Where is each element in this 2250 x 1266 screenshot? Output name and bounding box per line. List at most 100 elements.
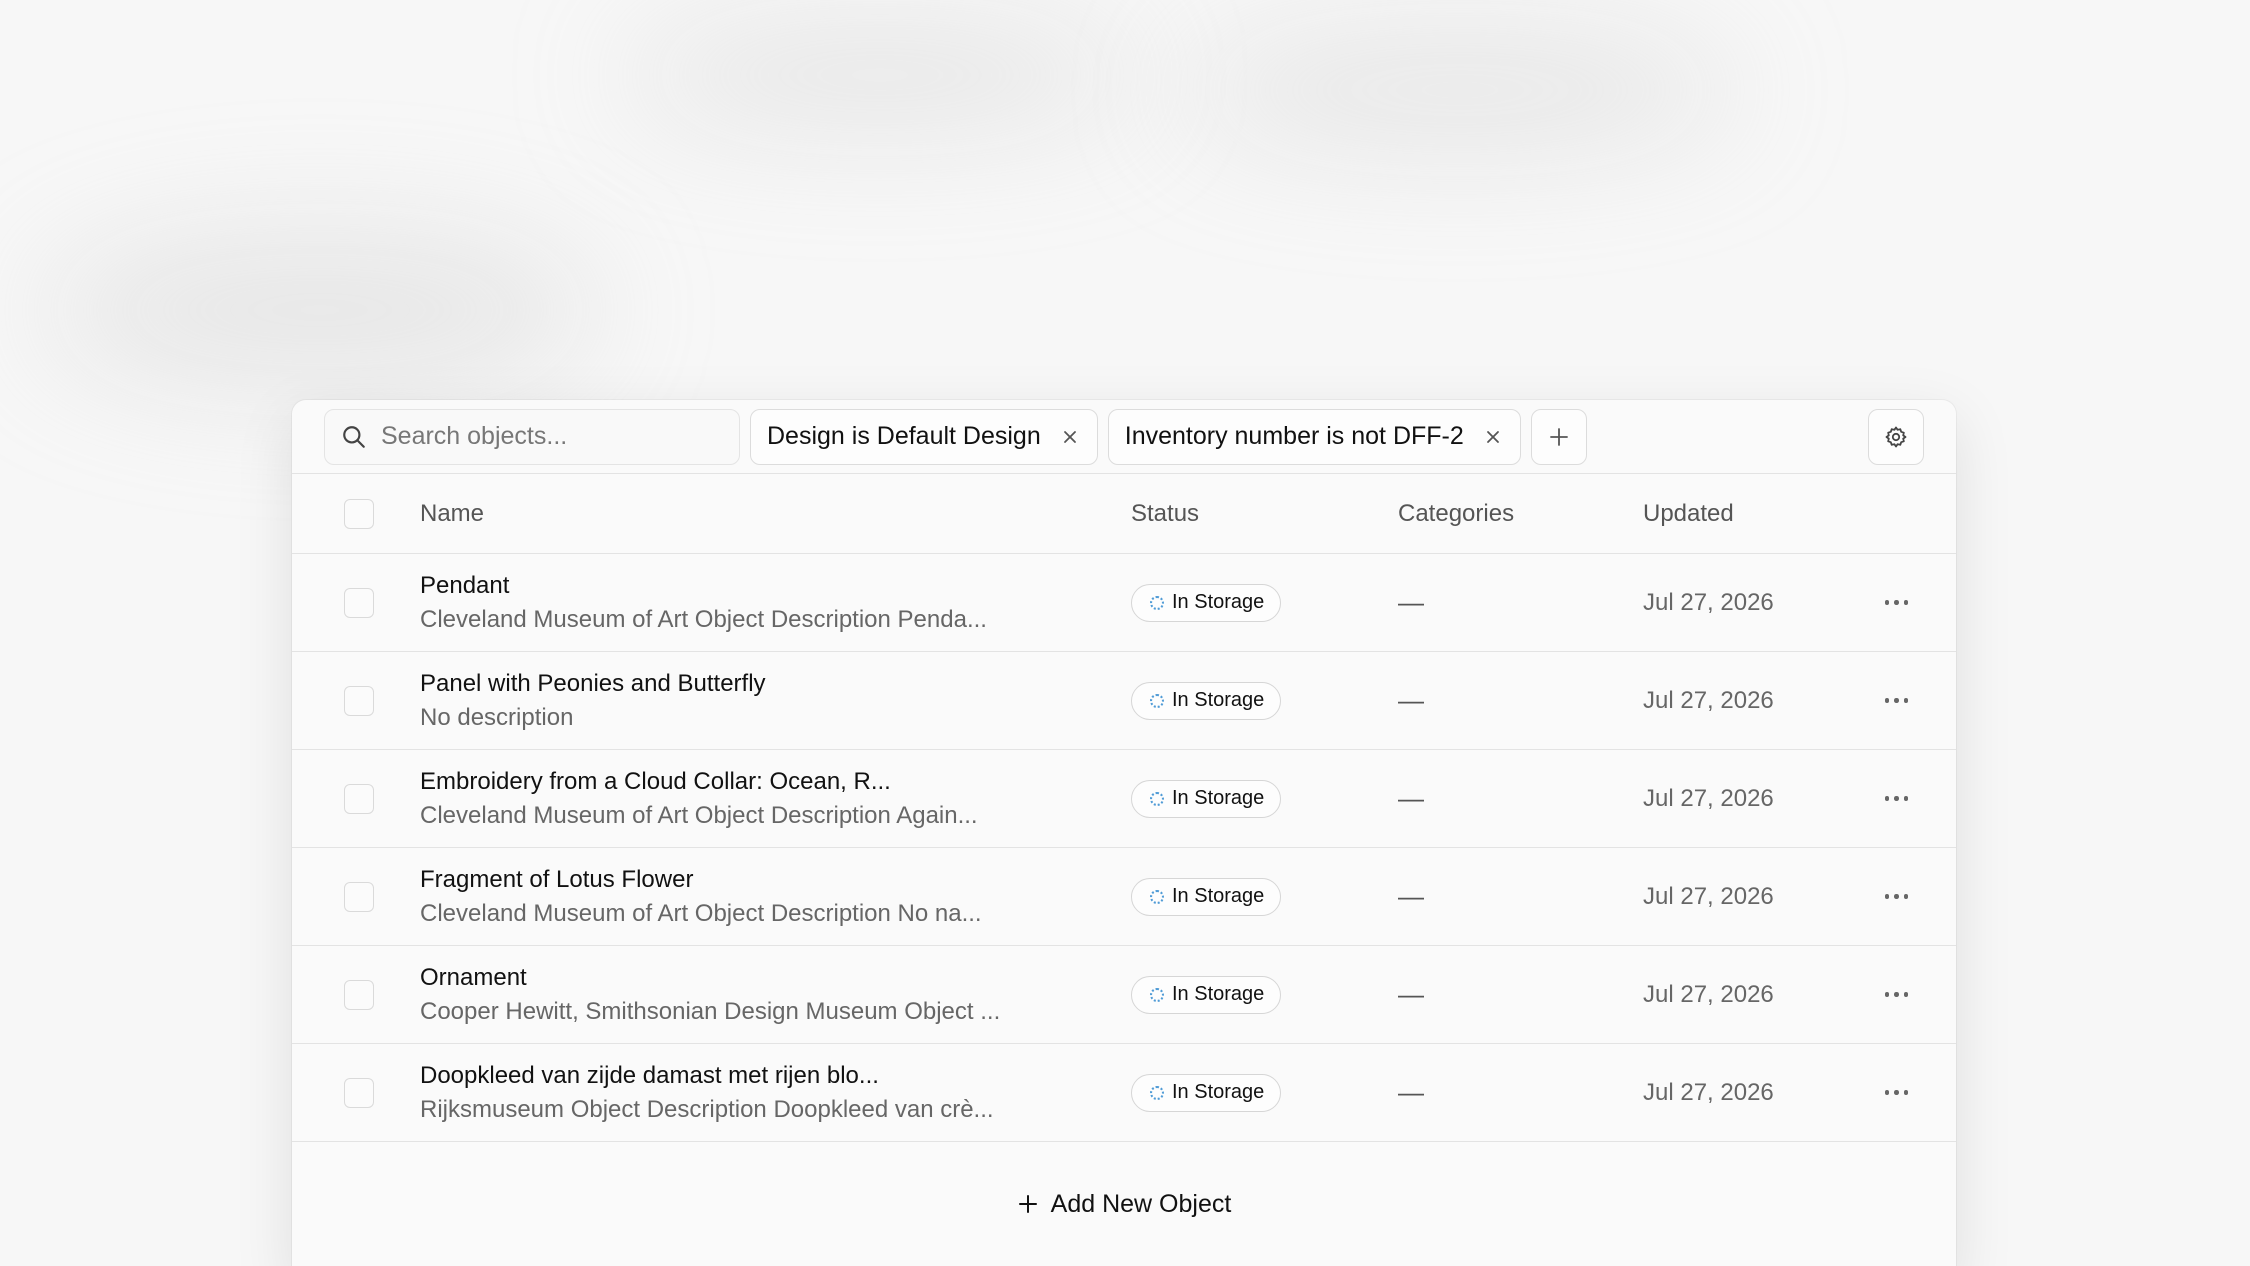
more-options-icon[interactable] <box>1884 984 1908 1005</box>
status-cell: In Storage <box>1131 877 1398 916</box>
row-checkbox[interactable] <box>344 783 374 814</box>
object-name[interactable]: Panel with Peonies and Butterfly <box>420 670 1131 698</box>
column-header-status[interactable]: Status <box>1131 500 1398 528</box>
object-name[interactable]: Fragment of Lotus Flower <box>420 866 1131 894</box>
row-actions-cell <box>1883 1082 1956 1103</box>
status-cell: In Storage <box>1131 1073 1398 1112</box>
object-name-cell: Embroidery from a Cloud Collar: Ocean, R… <box>420 768 1131 830</box>
status-badge: In Storage <box>1131 877 1282 916</box>
status-badge: In Storage <box>1131 779 1282 818</box>
add-new-object-button[interactable]: Add New Object <box>1017 1189 1232 1219</box>
table-row[interactable]: Doopkleed van zijde damast met rijen blo… <box>292 1044 1956 1142</box>
row-checkbox[interactable] <box>344 685 374 716</box>
search-input[interactable] <box>381 422 723 451</box>
object-name-cell: Fragment of Lotus Flower Cleveland Museu… <box>420 866 1131 928</box>
status-label: In Storage <box>1172 689 1265 711</box>
background-blur <box>1180 30 1740 150</box>
column-header-name[interactable]: Name <box>420 500 1131 528</box>
gear-icon <box>1885 426 1907 447</box>
row-actions-cell <box>1883 886 1956 907</box>
status-cell: In Storage <box>1131 681 1398 720</box>
search-icon <box>343 425 365 448</box>
updated-date: Jul 27, 2026 <box>1643 1078 1774 1106</box>
row-checkbox[interactable] <box>344 979 374 1010</box>
filter-chip-label: Inventory number is not DFF-2 <box>1124 422 1464 450</box>
status-label: In Storage <box>1172 983 1265 1005</box>
object-name-cell: Panel with Peonies and Butterfly No desc… <box>420 670 1131 732</box>
more-options-icon[interactable] <box>1884 690 1908 711</box>
table-footer: Add New Object <box>292 1142 1956 1266</box>
categories-cell: — <box>1398 587 1424 617</box>
categories-cell: — <box>1398 783 1424 813</box>
object-name-cell: Ornament Cooper Hewitt, Smithsonian Desi… <box>420 964 1131 1026</box>
status-badge: In Storage <box>1131 681 1282 720</box>
status-dot-icon <box>1150 791 1164 806</box>
updated-date: Jul 27, 2026 <box>1643 882 1774 910</box>
plus-icon <box>1018 1195 1037 1213</box>
table-row[interactable]: Fragment of Lotus Flower Cleveland Museu… <box>292 848 1956 946</box>
background-blur <box>40 230 600 390</box>
table-row[interactable]: Embroidery from a Cloud Collar: Ocean, R… <box>292 750 1956 848</box>
status-label: In Storage <box>1172 1081 1265 1103</box>
object-description: Cleveland Museum of Art Object Descripti… <box>420 605 987 633</box>
add-filter-button[interactable] <box>1530 408 1587 465</box>
object-description: Cleveland Museum of Art Object Descripti… <box>420 801 978 829</box>
more-options-icon[interactable] <box>1884 1082 1908 1103</box>
status-badge: In Storage <box>1131 1073 1282 1112</box>
table-header: Name Status Categories Updated <box>292 474 1956 554</box>
select-all-checkbox[interactable] <box>344 498 374 529</box>
status-dot-icon <box>1150 889 1164 904</box>
column-header-categories[interactable]: Categories <box>1398 500 1643 528</box>
updated-date: Jul 27, 2026 <box>1643 686 1774 714</box>
categories-cell: — <box>1398 685 1424 715</box>
status-label: In Storage <box>1172 787 1265 809</box>
categories-cell: — <box>1398 1077 1424 1107</box>
filter-chip-inventory[interactable]: Inventory number is not DFF-2 <box>1107 408 1521 465</box>
table-row[interactable]: Pendant Cleveland Museum of Art Object D… <box>292 554 1956 652</box>
plus-icon <box>1549 427 1568 446</box>
status-cell: In Storage <box>1131 779 1398 818</box>
more-options-icon[interactable] <box>1884 788 1908 809</box>
status-cell: In Storage <box>1131 583 1398 622</box>
add-new-object-label: Add New Object <box>1050 1189 1232 1218</box>
object-name[interactable]: Doopkleed van zijde damast met rijen blo… <box>420 1062 1131 1090</box>
status-label: In Storage <box>1172 885 1265 907</box>
table-row[interactable]: Ornament Cooper Hewitt, Smithsonian Desi… <box>292 946 1956 1044</box>
row-actions-cell <box>1883 788 1956 809</box>
object-name-cell: Doopkleed van zijde damast met rijen blo… <box>420 1062 1131 1124</box>
status-dot-icon <box>1150 987 1164 1002</box>
column-header-updated[interactable]: Updated <box>1643 500 1883 528</box>
updated-date: Jul 27, 2026 <box>1643 980 1774 1008</box>
filter-chip-label: Design is Default Design <box>767 422 1041 450</box>
more-options-icon[interactable] <box>1884 592 1908 613</box>
table-row[interactable]: Panel with Peonies and Butterfly No desc… <box>292 652 1956 750</box>
row-select-cell <box>292 881 420 912</box>
select-all-cell <box>292 498 420 529</box>
object-description: Cooper Hewitt, Smithsonian Design Museum… <box>420 997 1001 1025</box>
row-actions-cell <box>1883 690 1956 711</box>
object-name[interactable]: Ornament <box>420 964 1131 992</box>
row-select-cell <box>292 587 420 618</box>
object-name[interactable]: Embroidery from a Cloud Collar: Ocean, R… <box>420 768 1131 796</box>
status-label: In Storage <box>1172 591 1265 613</box>
settings-button[interactable] <box>1868 408 1924 465</box>
object-name[interactable]: Pendant <box>420 572 1131 600</box>
row-actions-cell <box>1883 592 1956 613</box>
row-checkbox[interactable] <box>344 1077 374 1108</box>
object-name-cell: Pendant Cleveland Museum of Art Object D… <box>420 572 1131 634</box>
status-cell: In Storage <box>1131 975 1398 1014</box>
background-blur <box>620 20 1140 130</box>
search-box[interactable] <box>324 408 740 465</box>
updated-date: Jul 27, 2026 <box>1643 784 1774 812</box>
row-checkbox[interactable] <box>344 587 374 618</box>
filter-chip-design[interactable]: Design is Default Design <box>750 408 1098 465</box>
more-options-icon[interactable] <box>1884 886 1908 907</box>
row-checkbox[interactable] <box>344 881 374 912</box>
object-description: Rijksmuseum Object Description Doopkleed… <box>420 1095 994 1123</box>
row-select-cell <box>292 783 420 814</box>
status-dot-icon <box>1150 1085 1164 1100</box>
close-icon[interactable] <box>1482 426 1504 448</box>
categories-cell: — <box>1398 881 1424 911</box>
close-icon[interactable] <box>1059 426 1081 448</box>
row-select-cell <box>292 1077 420 1108</box>
